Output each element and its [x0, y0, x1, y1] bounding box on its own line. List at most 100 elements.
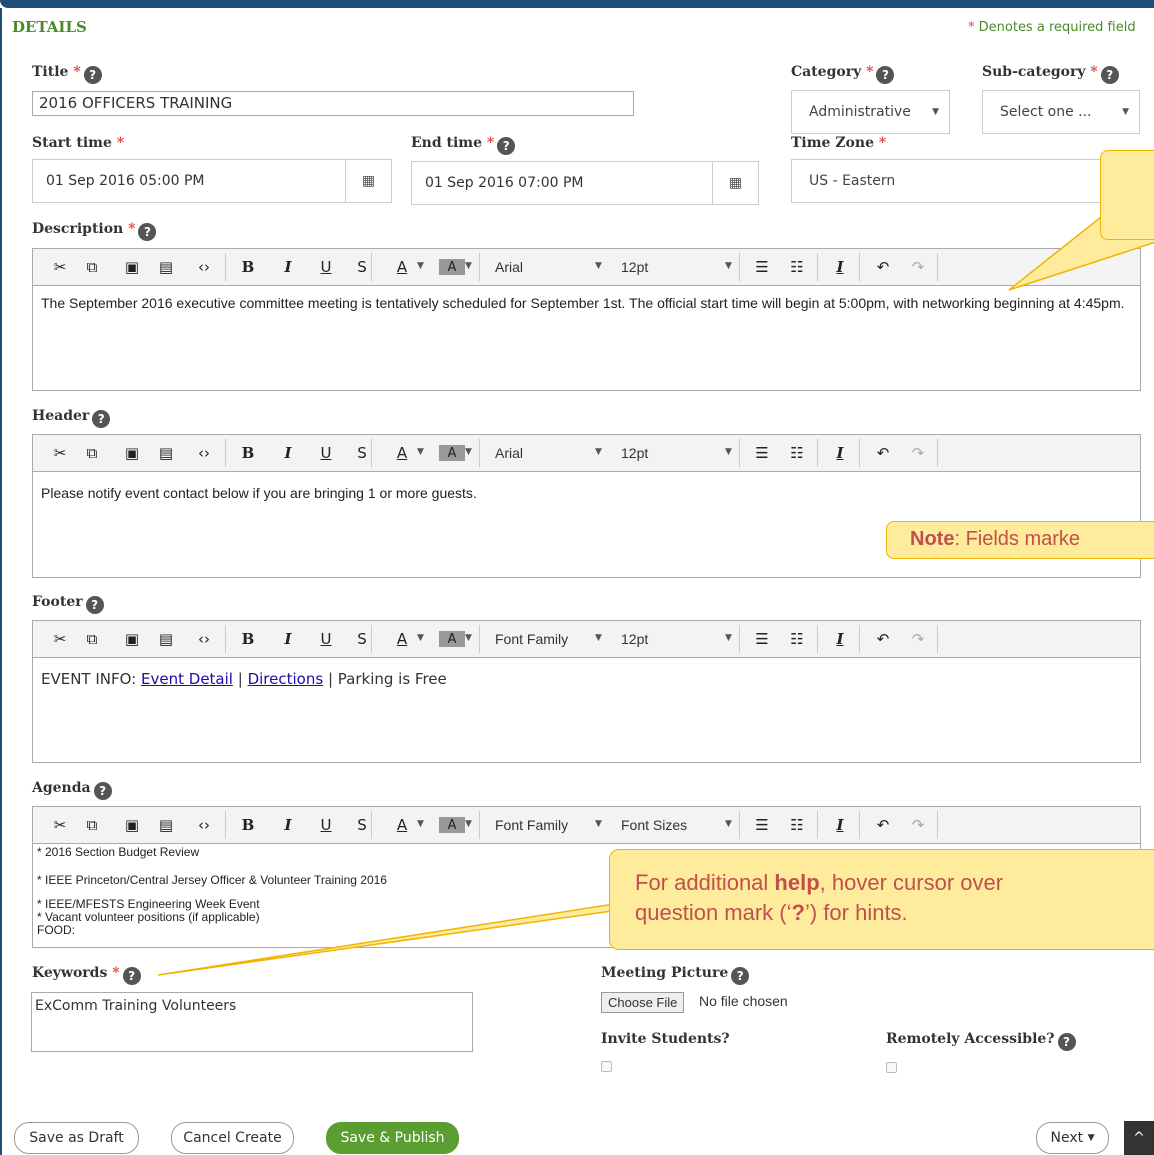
- header-content[interactable]: Please notify event contact below if you…: [33, 472, 1140, 510]
- numbered-list-icon[interactable]: ☷: [784, 627, 810, 651]
- paste-word-icon[interactable]: ▤: [153, 813, 179, 837]
- source-code-icon[interactable]: ‹›: [191, 441, 217, 465]
- numbered-list-icon[interactable]: ☷: [784, 813, 810, 837]
- source-code-icon[interactable]: ‹›: [191, 255, 217, 279]
- save-publish-button[interactable]: Save & Publish: [326, 1122, 459, 1154]
- clear-format-icon[interactable]: I: [827, 627, 853, 651]
- paste-icon[interactable]: ▣: [119, 255, 145, 279]
- text-color-icon[interactable]: A: [389, 813, 415, 837]
- invite-students-checkbox[interactable]: [601, 1061, 612, 1072]
- choose-file-button[interactable]: Choose File: [601, 992, 685, 1013]
- scroll-top-icon[interactable]: ^: [1124, 1121, 1154, 1155]
- cut-icon[interactable]: ✂: [47, 441, 73, 465]
- chevron-down-icon[interactable]: ▼: [595, 261, 602, 271]
- text-color-icon[interactable]: A: [389, 441, 415, 465]
- paste-word-icon[interactable]: ▤: [153, 441, 179, 465]
- keywords-textarea[interactable]: ExComm Training Volunteers: [31, 992, 473, 1052]
- chevron-down-icon[interactable]: ▼: [465, 261, 472, 271]
- italic-icon[interactable]: I: [275, 813, 301, 837]
- paste-word-icon[interactable]: ▤: [153, 255, 179, 279]
- footer-content[interactable]: EVENT INFO: Event Detail | Directions | …: [33, 658, 1140, 700]
- italic-icon[interactable]: I: [275, 627, 301, 651]
- undo-icon[interactable]: ↶: [870, 441, 896, 465]
- clear-format-icon[interactable]: I: [827, 441, 853, 465]
- bold-icon[interactable]: B: [235, 813, 261, 837]
- calendar-icon[interactable]: ▦: [712, 162, 758, 204]
- undo-icon[interactable]: ↶: [870, 813, 896, 837]
- bullet-list-icon[interactable]: ☰: [749, 441, 775, 465]
- help-icon[interactable]: ?: [85, 596, 104, 614]
- description-content[interactable]: The September 2016 executive committee m…: [33, 286, 1140, 320]
- underline-icon[interactable]: U: [313, 627, 339, 651]
- chevron-down-icon[interactable]: ▼: [417, 633, 424, 643]
- save-draft-button[interactable]: Save as Draft: [14, 1122, 139, 1154]
- font-family-select[interactable]: Font Family: [495, 631, 568, 647]
- help-icon[interactable]: ?: [1100, 66, 1119, 84]
- numbered-list-icon[interactable]: ☷: [784, 441, 810, 465]
- directions-link[interactable]: Directions: [248, 670, 324, 688]
- start-time-input[interactable]: 01 Sep 2016 05:00 PM ▦: [32, 159, 392, 203]
- bullet-list-icon[interactable]: ☰: [749, 627, 775, 651]
- chevron-down-icon[interactable]: ▼: [465, 633, 472, 643]
- bold-icon[interactable]: B: [235, 627, 261, 651]
- chevron-down-icon[interactable]: ▼: [725, 819, 732, 829]
- underline-icon[interactable]: U: [313, 441, 339, 465]
- chevron-down-icon[interactable]: ▼: [465, 447, 472, 457]
- copy-icon[interactable]: ⧉: [79, 627, 105, 651]
- redo-icon[interactable]: ↷: [905, 627, 931, 651]
- calendar-icon[interactable]: ▦: [345, 160, 391, 202]
- redo-icon[interactable]: ↷: [905, 813, 931, 837]
- title-input[interactable]: 2016 OFFICERS TRAINING: [32, 91, 634, 116]
- bullet-list-icon[interactable]: ☰: [749, 255, 775, 279]
- font-size-select[interactable]: Font Sizes: [621, 817, 687, 833]
- font-size-select[interactable]: 12pt: [621, 445, 648, 461]
- undo-icon[interactable]: ↶: [870, 255, 896, 279]
- description-editor[interactable]: ✂ ⧉ ▣ ▤ ‹› B I U S A A ☰ ☷ I ↶ ↷ ▼ ▼ Arial ▼ 12pt ▼ The Septe…: [32, 248, 1141, 391]
- category-select[interactable]: Administrative ▼: [791, 90, 950, 134]
- chevron-down-icon[interactable]: ▼: [417, 261, 424, 271]
- bg-color-icon[interactable]: A: [439, 817, 465, 833]
- chevron-down-icon[interactable]: ▼: [725, 447, 732, 457]
- help-icon[interactable]: ?: [83, 66, 102, 84]
- bold-icon[interactable]: B: [235, 255, 261, 279]
- bold-icon[interactable]: B: [235, 441, 261, 465]
- paste-word-icon[interactable]: ▤: [153, 627, 179, 651]
- underline-icon[interactable]: U: [313, 813, 339, 837]
- bg-color-icon[interactable]: A: [439, 445, 465, 461]
- timezone-select[interactable]: US - Eastern▼: [791, 159, 1140, 203]
- cut-icon[interactable]: ✂: [47, 255, 73, 279]
- redo-icon[interactable]: ↷: [905, 441, 931, 465]
- paste-icon[interactable]: ▣: [119, 627, 145, 651]
- paste-icon[interactable]: ▣: [119, 813, 145, 837]
- clear-format-icon[interactable]: I: [827, 255, 853, 279]
- chevron-down-icon[interactable]: ▼: [465, 819, 472, 829]
- end-time-input[interactable]: 01 Sep 2016 07:00 PM ▦: [411, 161, 759, 205]
- help-icon[interactable]: ?: [93, 782, 112, 800]
- cancel-create-button[interactable]: Cancel Create: [171, 1122, 294, 1154]
- remote-checkbox[interactable]: [886, 1062, 897, 1073]
- font-family-select[interactable]: Arial: [495, 259, 523, 275]
- help-icon[interactable]: ?: [1057, 1033, 1076, 1051]
- font-family-select[interactable]: Font Family: [495, 817, 568, 833]
- redo-icon[interactable]: ↷: [905, 255, 931, 279]
- text-color-icon[interactable]: A: [389, 627, 415, 651]
- numbered-list-icon[interactable]: ☷: [784, 255, 810, 279]
- clear-format-icon[interactable]: I: [827, 813, 853, 837]
- copy-icon[interactable]: ⧉: [79, 813, 105, 837]
- next-button[interactable]: Next ▼: [1036, 1122, 1109, 1154]
- subcategory-select[interactable]: Select one ... ▼: [982, 90, 1140, 134]
- chevron-down-icon[interactable]: ▼: [595, 447, 602, 457]
- copy-icon[interactable]: ⧉: [79, 441, 105, 465]
- chevron-down-icon[interactable]: ▼: [725, 633, 732, 643]
- chevron-down-icon[interactable]: ▼: [595, 819, 602, 829]
- bg-color-icon[interactable]: A: [439, 631, 465, 647]
- help-icon[interactable]: ?: [731, 967, 750, 985]
- cut-icon[interactable]: ✂: [47, 627, 73, 651]
- help-icon[interactable]: ?: [92, 410, 111, 428]
- font-size-select[interactable]: 12pt: [621, 259, 648, 275]
- help-icon[interactable]: ?: [122, 967, 141, 985]
- italic-icon[interactable]: I: [275, 255, 301, 279]
- cut-icon[interactable]: ✂: [47, 813, 73, 837]
- bg-color-icon[interactable]: A: [439, 259, 465, 275]
- underline-icon[interactable]: U: [313, 255, 339, 279]
